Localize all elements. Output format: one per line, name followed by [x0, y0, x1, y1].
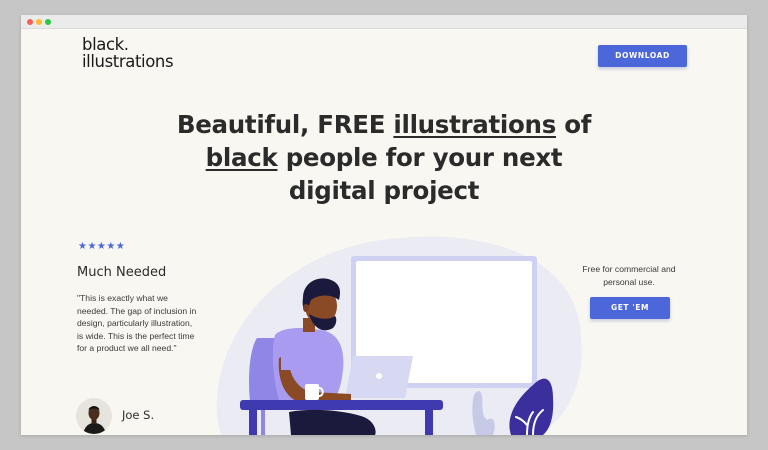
minimize-window-button[interactable] [36, 19, 42, 25]
cta-text: Free for commercial and personal use. [582, 264, 676, 287]
hero-headline: Beautiful, FREE illustrations of black p… [141, 108, 627, 207]
close-window-button[interactable] [27, 19, 33, 25]
headline-text-4: digital project [288, 176, 480, 205]
headline-text-2: of [556, 110, 592, 139]
site-logo[interactable]: black. illustrations [82, 36, 202, 70]
browser-window: black. illustrations DOWNLOAD Beautiful,… [21, 15, 747, 435]
review-quote: "This is exactly what we needed. The gap… [77, 293, 197, 354]
review-title: Much Needed [77, 265, 167, 280]
reviewer-photo-icon [83, 406, 106, 434]
headline-text-3: people for your next [277, 143, 563, 172]
download-button[interactable]: DOWNLOAD [598, 45, 687, 67]
hero-illustration [216, 236, 582, 435]
coffee-mug-icon [305, 384, 319, 400]
get-em-button[interactable]: GET 'EM [590, 297, 670, 319]
illustrations-link[interactable]: illustrations [393, 110, 556, 139]
reviewer-avatar [76, 398, 112, 434]
maximize-window-button[interactable] [45, 19, 51, 25]
logo-line-1: black. [82, 35, 129, 54]
rating-stars: ★★★★★ [78, 241, 126, 252]
headline-text-1: Beautiful, FREE [176, 110, 394, 139]
logo-line-2: illustrations [82, 52, 174, 71]
desk [240, 400, 443, 410]
reviewer-name: Joe S. [122, 408, 155, 422]
black-link[interactable]: black [206, 143, 278, 172]
window-titlebar [21, 15, 747, 29]
